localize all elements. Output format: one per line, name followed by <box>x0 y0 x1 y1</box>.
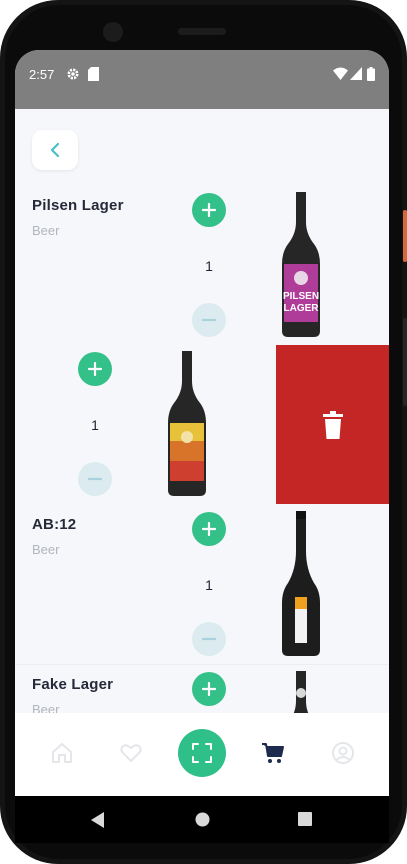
heart-icon[interactable] <box>119 741 143 765</box>
chevron-left-icon <box>50 142 60 158</box>
system-back-icon[interactable] <box>91 812 105 828</box>
bottom-navigation <box>15 713 389 796</box>
power-button <box>403 210 407 262</box>
cart-item-ab12[interactable]: AB:12 Beer 1 <box>15 505 389 665</box>
cart-item-pilsen-lager[interactable]: Pilsen Lager Beer 1 PILSEN LAGER <box>15 186 389 346</box>
back-button[interactable] <box>32 130 78 170</box>
plus-icon <box>202 682 216 696</box>
volume-button <box>403 318 407 406</box>
status-time: 2:57 <box>29 67 55 82</box>
cart-icon[interactable] <box>261 741 285 765</box>
plus-icon <box>202 522 216 536</box>
plus-icon <box>202 203 216 217</box>
trash-icon <box>322 410 343 439</box>
wifi-icon <box>333 67 348 80</box>
beer-bottle-image: PILSEN LAGER <box>282 192 320 337</box>
cart-item-swiped[interactable]: 1 <box>15 345 389 504</box>
settings-icon <box>67 68 79 80</box>
front-camera <box>103 22 123 42</box>
decrease-quantity-button[interactable] <box>78 462 112 496</box>
quantity-value: 1 <box>205 577 213 593</box>
beer-bottle-image <box>168 351 206 496</box>
system-navigation-bar <box>15 796 389 843</box>
status-bar: 2:57 <box>15 50 389 109</box>
increase-quantity-button[interactable] <box>192 193 226 227</box>
item-category: Beer <box>32 223 60 238</box>
minus-icon <box>202 318 216 322</box>
scan-icon <box>192 743 212 763</box>
minus-icon <box>202 637 216 641</box>
quantity-value: 1 <box>205 258 213 274</box>
decrease-quantity-button[interactable] <box>192 303 226 337</box>
item-name: Fake Lager <box>32 676 114 693</box>
plus-icon <box>88 362 102 376</box>
item-category: Beer <box>32 542 60 557</box>
svg-text:PILSEN: PILSEN <box>283 291 319 302</box>
decrease-quantity-button[interactable] <box>192 622 226 656</box>
signal-icon <box>350 67 362 80</box>
sd-card-icon <box>88 67 99 81</box>
delete-item-button[interactable] <box>276 345 389 504</box>
svg-text:LAGER: LAGER <box>284 303 320 314</box>
home-icon[interactable] <box>50 741 74 765</box>
increase-quantity-button[interactable] <box>78 352 112 386</box>
increase-quantity-button[interactable] <box>192 512 226 546</box>
app-screen: 2:57 Pilsen Lager Beer 1 PILSEN LAGER 1 … <box>15 50 389 796</box>
item-name: AB:12 <box>32 516 77 533</box>
increase-quantity-button[interactable] <box>192 672 226 706</box>
minus-icon <box>88 477 102 481</box>
earpiece <box>178 28 226 35</box>
beer-bottle-image <box>282 511 320 656</box>
quantity-value: 1 <box>91 417 99 433</box>
scan-button[interactable] <box>178 729 226 777</box>
system-recents-icon[interactable] <box>298 812 312 826</box>
system-home-icon[interactable] <box>195 812 210 827</box>
profile-icon[interactable] <box>331 741 355 765</box>
item-name: Pilsen Lager <box>32 197 124 214</box>
battery-icon <box>367 67 375 81</box>
